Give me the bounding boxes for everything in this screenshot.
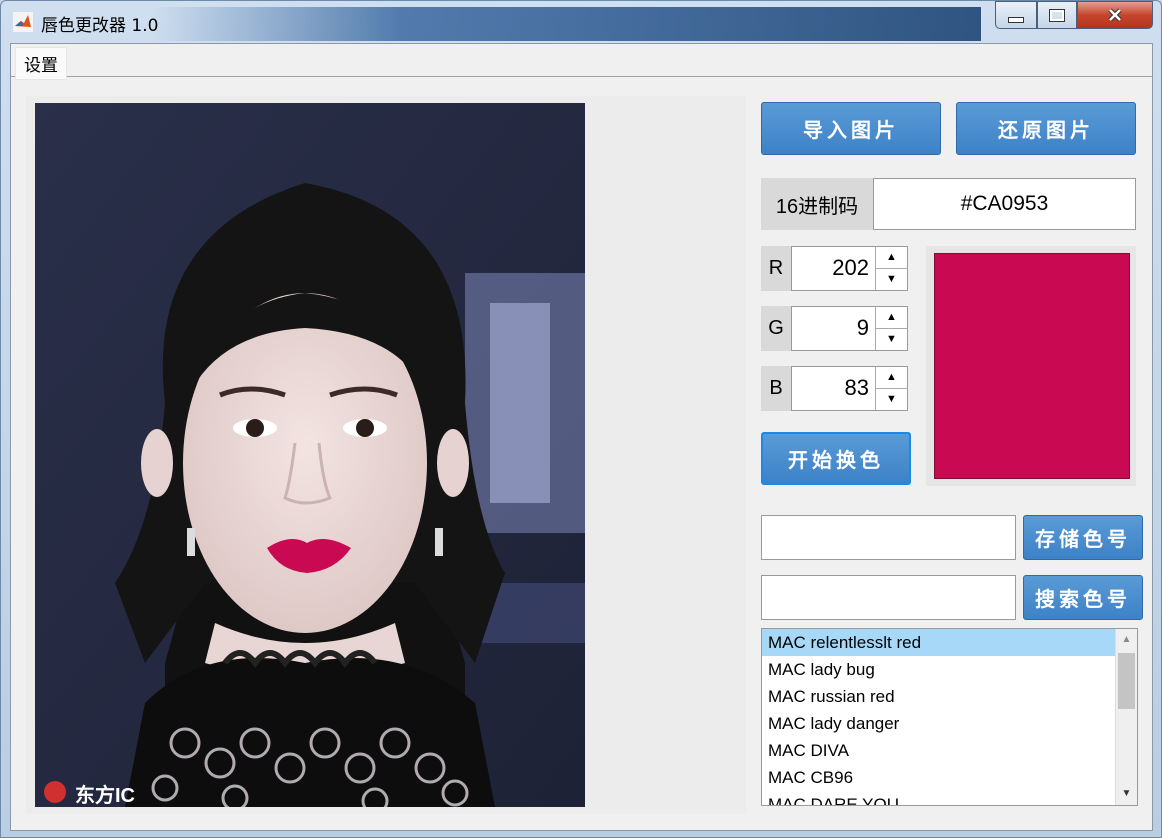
search-color-button[interactable]: 搜索色号	[1023, 575, 1143, 620]
minimize-button[interactable]	[995, 1, 1037, 29]
g-spin-buttons[interactable]: ▲ ▼	[875, 307, 907, 350]
list-item[interactable]: MAC lady danger	[762, 710, 1115, 737]
title-bar: 唇色更改器 1.0	[1, 1, 1161, 41]
list-item[interactable]: MAC lady bug	[762, 656, 1115, 683]
close-button[interactable]	[1077, 1, 1153, 29]
maximize-button[interactable]	[1037, 1, 1077, 29]
color-list-items: MAC relentlesslt red MAC lady bug MAC ru…	[762, 629, 1115, 805]
maximize-icon	[1049, 8, 1065, 22]
g-spinner[interactable]: 9 ▲ ▼	[791, 306, 908, 351]
app-window: 唇色更改器 1.0 设置 东方IC 导入图片 还原图片 16进制码 #CA095…	[0, 0, 1162, 838]
list-item[interactable]: MAC DIVA	[762, 737, 1115, 764]
b-spin-buttons[interactable]: ▲ ▼	[875, 367, 907, 410]
color-listbox[interactable]: MAC relentlesslt red MAC lady bug MAC ru…	[761, 628, 1138, 806]
r-spinner[interactable]: 202 ▲ ▼	[791, 246, 908, 291]
title-bar-background	[151, 7, 981, 41]
save-name-input[interactable]	[761, 515, 1016, 560]
menu-bar: 设置	[11, 44, 1152, 80]
scroll-up-icon[interactable]: ▲	[1116, 631, 1137, 649]
color-preview-panel	[926, 246, 1136, 486]
scroll-thumb[interactable]	[1118, 653, 1135, 709]
restore-image-button[interactable]: 还原图片	[956, 102, 1136, 155]
color-preview-swatch	[934, 253, 1130, 479]
r-value: 202	[832, 255, 869, 280]
b-label: B	[761, 366, 791, 411]
client-area: 设置 东方IC 导入图片 还原图片 16进制码 #CA0953 R 202 ▲ …	[10, 43, 1153, 831]
window-title: 唇色更改器 1.0	[41, 16, 159, 36]
g-value: 9	[856, 315, 869, 340]
hex-value: #CA0953	[960, 192, 1049, 215]
hex-input[interactable]: #CA0953	[873, 178, 1136, 230]
save-color-button[interactable]: 存储色号	[1023, 515, 1143, 560]
r-increment-icon[interactable]: ▲	[876, 247, 907, 269]
r-decrement-icon[interactable]: ▼	[876, 269, 907, 291]
b-increment-icon[interactable]: ▲	[876, 367, 907, 389]
portrait-image	[35, 103, 585, 807]
b-value: 83	[844, 375, 869, 400]
search-input[interactable]	[761, 575, 1016, 620]
list-item[interactable]: MAC relentlesslt red	[762, 629, 1115, 656]
g-label: G	[761, 306, 791, 351]
minimize-icon	[1008, 17, 1024, 23]
g-increment-icon[interactable]: ▲	[876, 307, 907, 329]
r-spin-buttons[interactable]: ▲ ▼	[875, 247, 907, 290]
photo-watermark: 东方IC	[75, 785, 135, 807]
scroll-down-icon[interactable]: ▼	[1116, 785, 1137, 803]
import-image-button[interactable]: 导入图片	[761, 102, 941, 155]
list-item[interactable]: MAC DARE YOU	[762, 791, 1115, 805]
apply-color-button[interactable]: 开始换色	[761, 432, 911, 485]
g-decrement-icon[interactable]: ▼	[876, 329, 907, 351]
list-scrollbar[interactable]: ▲ ▼	[1115, 629, 1137, 805]
list-item[interactable]: MAC CB96	[762, 764, 1115, 791]
close-icon	[1108, 8, 1122, 22]
hex-label: 16进制码	[761, 178, 873, 230]
b-spinner[interactable]: 83 ▲ ▼	[791, 366, 908, 411]
r-label: R	[761, 246, 791, 291]
b-decrement-icon[interactable]: ▼	[876, 389, 907, 411]
list-item[interactable]: MAC russian red	[762, 683, 1115, 710]
menu-settings[interactable]: 设置	[15, 47, 67, 80]
matlab-icon	[13, 12, 33, 32]
portrait-photo: 东方IC	[35, 103, 585, 807]
